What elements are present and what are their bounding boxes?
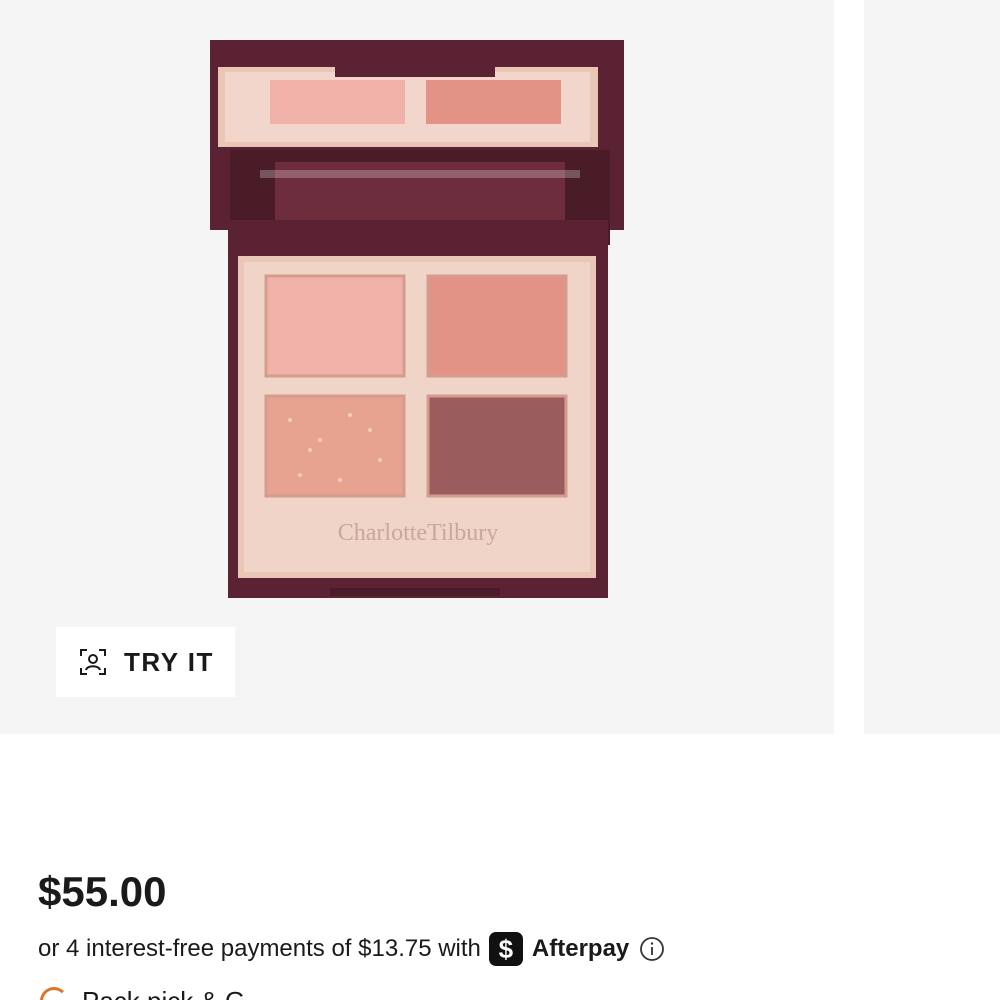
pickup-icon: [40, 987, 68, 1000]
installment-text: or 4 interest-free payments of $13.75 wi…: [38, 935, 481, 962]
info-icon[interactable]: [639, 936, 665, 962]
afterpay-logo-icon: $: [488, 932, 523, 966]
afterpay-label: Afterpay: [531, 935, 630, 962]
brand-mark: CharlotteTilbury: [338, 520, 498, 546]
face-scan-icon: [80, 649, 106, 675]
pickup-option[interactable]: Pack pick & G: [40, 986, 245, 1000]
product-price: $55.00: [38, 868, 167, 915]
try-it-label: TRY IT: [124, 646, 214, 677]
pickup-text: Pack pick & G: [82, 986, 245, 1000]
next-product-image[interactable]: [864, 0, 1000, 734]
try-it-button[interactable]: TRY IT: [56, 627, 235, 697]
afterpay-installments: or 4 interest-free payments of $13.75 wi…: [38, 930, 665, 968]
product-image-gallery[interactable]: CharlotteTilbury TRY IT: [0, 0, 834, 734]
eyeshadow-palette-image: CharlotteTilbury: [210, 40, 624, 598]
